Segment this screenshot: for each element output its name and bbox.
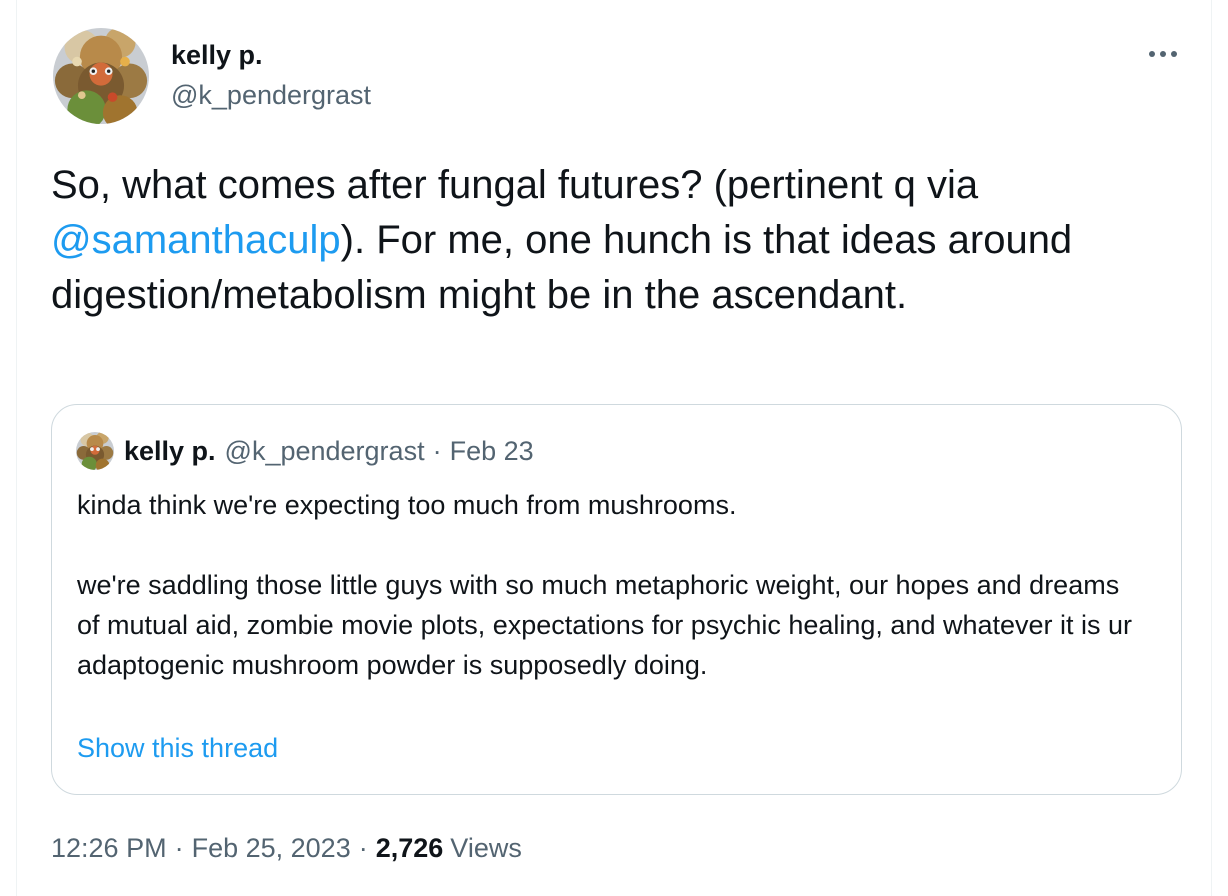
quoted-date: Feb 23 bbox=[449, 435, 534, 466]
quoted-paragraph: kinda think we're expecting too much fro… bbox=[77, 490, 737, 520]
author-handle[interactable]: @k_pendergrast bbox=[171, 80, 371, 111]
separator-dot: · bbox=[174, 832, 184, 863]
tweet-time[interactable]: 12:26 PM bbox=[51, 833, 167, 864]
views-count: 2,726 bbox=[375, 832, 444, 863]
quoted-paragraph: we're saddling those little guys with so… bbox=[77, 570, 1133, 680]
author-name[interactable]: kelly p. bbox=[171, 40, 263, 71]
quoted-author-name: kelly p. bbox=[124, 435, 216, 466]
separator-dot: · bbox=[432, 435, 442, 466]
quoted-avatar bbox=[76, 432, 114, 470]
avatar-image bbox=[53, 28, 149, 124]
quoted-avatar-image bbox=[76, 432, 114, 470]
quoted-text: kinda think we're expecting too much fro… bbox=[77, 485, 1137, 685]
tweet-date[interactable]: Feb 25, 2023 bbox=[192, 833, 351, 864]
tweet-text: So, what comes after fungal futures? (pe… bbox=[51, 158, 1181, 323]
quoted-tweet[interactable]: kelly p. @k_pendergrast · Feb 23 kinda t… bbox=[51, 404, 1182, 795]
views-label: Views bbox=[450, 832, 522, 863]
tweet-card: kelly p. @k_pendergrast So, what comes a… bbox=[16, 0, 1212, 896]
quoted-author-handle: @k_pendergrast bbox=[224, 435, 425, 466]
more-options-button[interactable] bbox=[1141, 36, 1185, 72]
separator-dot: · bbox=[358, 832, 368, 863]
more-horizontal-icon bbox=[1149, 51, 1177, 57]
tweet-text-part: So, what comes after fungal futures? (pe… bbox=[51, 163, 979, 207]
show-thread-link[interactable]: Show this thread bbox=[77, 733, 278, 764]
quoted-tweet-header: kelly p. @k_pendergrast · Feb 23 bbox=[76, 432, 534, 470]
mention-link[interactable]: @samanthaculp bbox=[51, 218, 341, 262]
tweet-meta: 12:26 PM · Feb 25, 2023 · 2,726 Views bbox=[51, 830, 522, 866]
avatar[interactable] bbox=[53, 28, 149, 124]
